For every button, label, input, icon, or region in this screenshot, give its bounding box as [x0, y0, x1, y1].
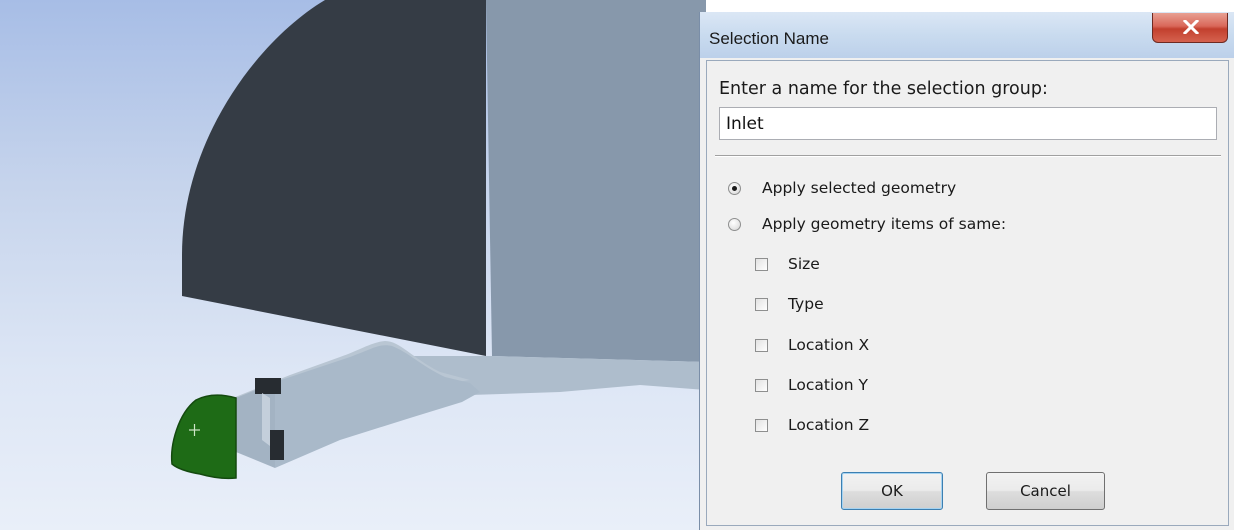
- option-apply-selected-geometry[interactable]: Apply selected geometry: [728, 179, 956, 197]
- close-button[interactable]: [1152, 13, 1228, 43]
- location-x-label: Location X: [788, 336, 870, 354]
- criteria-location-z-row[interactable]: Location Z: [755, 416, 869, 434]
- geometry-model[interactable]: [0, 0, 706, 530]
- cancel-button[interactable]: Cancel: [986, 472, 1105, 510]
- dialog-body: Enter a name for the selection group: Ap…: [706, 60, 1229, 526]
- location-y-checkbox[interactable]: [755, 378, 768, 392]
- separator-line: [715, 155, 1221, 157]
- screen: Selection Name Enter a name for the sele…: [0, 0, 1234, 530]
- apply-geometry-items-of-same-label: Apply geometry items of same:: [762, 215, 1007, 233]
- selection-name-input[interactable]: [719, 107, 1217, 140]
- body-front-face[interactable]: [182, 0, 486, 356]
- type-label: Type: [788, 295, 824, 313]
- name-prompt-label: Enter a name for the selection group:: [719, 79, 1048, 99]
- close-x-icon: [1183, 20, 1199, 34]
- ok-button[interactable]: OK: [841, 472, 943, 510]
- location-y-label: Location Y: [788, 376, 868, 394]
- pipe-groove-band: [262, 393, 270, 446]
- criteria-location-y-row[interactable]: Location Y: [755, 376, 868, 394]
- apply-selected-geometry-radio[interactable]: [728, 181, 741, 195]
- location-z-label: Location Z: [788, 416, 870, 434]
- body-side-face[interactable]: [486, 0, 706, 362]
- criteria-type-row[interactable]: Type: [755, 295, 824, 313]
- type-checkbox[interactable]: [755, 297, 768, 311]
- selected-inlet-face[interactable]: [170, 394, 237, 480]
- dialog-title: Selection Name: [709, 29, 830, 48]
- apply-selected-geometry-label: Apply selected geometry: [762, 179, 957, 197]
- criteria-size-row[interactable]: Size: [755, 255, 820, 273]
- location-z-checkbox[interactable]: [755, 418, 768, 432]
- size-checkbox[interactable]: [755, 257, 768, 271]
- pipe-groove-lower: [270, 430, 284, 460]
- criteria-location-x-row[interactable]: Location X: [755, 336, 869, 354]
- geometry-viewport[interactable]: [0, 0, 706, 530]
- selection-name-dialog: Selection Name Enter a name for the sele…: [699, 12, 1234, 530]
- dialog-titlebar[interactable]: Selection Name: [700, 12, 1234, 58]
- size-label: Size: [788, 255, 820, 273]
- pipe-groove-upper: [255, 378, 281, 394]
- apply-geometry-items-of-same-radio[interactable]: [728, 217, 741, 231]
- option-apply-geometry-items-of-same[interactable]: Apply geometry items of same:: [728, 215, 1006, 233]
- location-x-checkbox[interactable]: [755, 338, 768, 352]
